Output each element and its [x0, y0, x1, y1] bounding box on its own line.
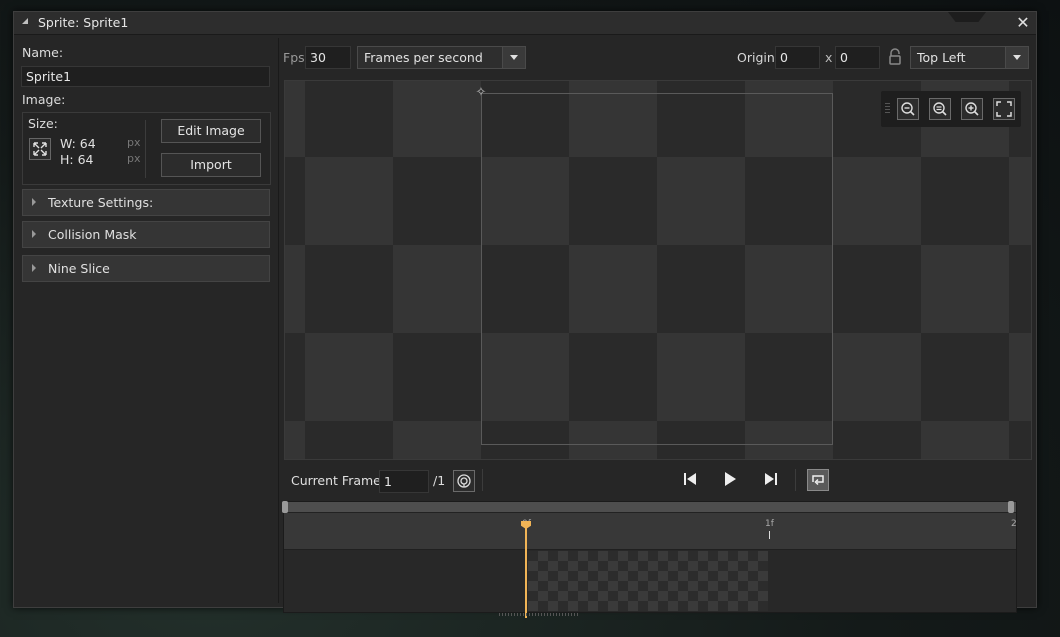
resize-icon[interactable] — [29, 138, 51, 160]
zoom-reset-icon[interactable] — [929, 98, 951, 120]
current-frame-label: Current Frame: — [291, 473, 386, 488]
total-frames: /1 — [433, 473, 446, 488]
sprite-bounds — [481, 93, 833, 445]
origin-preset-value: Top Left — [917, 50, 966, 65]
scroll-handle-left[interactable] — [282, 501, 288, 513]
tick-mark — [769, 531, 770, 539]
section-texture-settings[interactable]: Texture Settings: — [22, 189, 270, 216]
width-unit: px — [127, 136, 141, 149]
playhead[interactable] — [525, 522, 527, 618]
fps-mode-dropdown[interactable]: Frames per second — [357, 46, 526, 69]
origin-x-input[interactable]: 0 — [775, 46, 820, 69]
height-unit: px — [127, 152, 141, 165]
frame-thumbnail[interactable] — [528, 551, 768, 611]
import-button[interactable]: Import — [161, 153, 261, 177]
section-label: Collision Mask — [48, 227, 137, 242]
name-input[interactable]: Sprite1 — [21, 66, 270, 87]
sprite-editor-window: Sprite: Sprite1 ✕ Name: Sprite1 Image: S… — [13, 11, 1037, 618]
edit-image-button[interactable]: Edit Image — [161, 119, 261, 143]
expand-arrow-icon — [32, 230, 36, 238]
timeline-ruler[interactable]: 0f 1f 2 — [284, 513, 1017, 550]
fps-input[interactable]: 30 — [305, 46, 351, 69]
sprite-canvas[interactable]: ✧ — [284, 80, 1032, 460]
fps-mode-value: Frames per second — [364, 50, 483, 65]
first-frame-icon[interactable] — [680, 469, 700, 489]
current-frame-input[interactable]: 1 — [379, 470, 429, 493]
section-label: Texture Settings: — [48, 195, 154, 210]
loop-icon[interactable] — [807, 469, 829, 491]
chevron-down-icon[interactable] — [1005, 47, 1028, 68]
section-nine-slice[interactable]: Nine Slice — [22, 255, 270, 282]
name-label: Name: — [22, 45, 64, 60]
resize-grip-icon[interactable] — [499, 613, 579, 616]
origin-label: Origin — [737, 50, 775, 65]
play-icon[interactable] — [720, 469, 740, 489]
zoom-out-icon[interactable] — [897, 98, 919, 120]
drag-handle-icon[interactable] — [885, 103, 890, 115]
section-collision-mask[interactable]: Collision Mask — [22, 221, 270, 248]
editor-panel: Fps 30 Frames per second Origin 0 x 0 To… — [278, 38, 1032, 618]
chevron-down-icon[interactable] — [502, 47, 525, 68]
scroll-handle-right[interactable] — [1008, 501, 1014, 513]
divider — [145, 120, 146, 178]
title-bar[interactable]: Sprite: Sprite1 ✕ — [14, 12, 1036, 35]
origin-preset-dropdown[interactable]: Top Left — [910, 46, 1029, 69]
divider — [482, 469, 483, 491]
timeline[interactable]: 0f 1f 2 — [282, 501, 1017, 618]
frame-controls: Current Frame: 1 /1 — [279, 463, 1031, 495]
width-value: W: 64 — [60, 136, 96, 151]
height-value: H: 64 — [60, 152, 94, 167]
fit-to-screen-icon[interactable] — [993, 98, 1015, 120]
window-title: Sprite: Sprite1 — [38, 15, 129, 30]
lock-icon[interactable] — [887, 48, 903, 66]
tick-label: 2 — [1011, 519, 1017, 529]
expand-arrow-icon — [32, 198, 36, 206]
divider — [795, 469, 796, 491]
timeline-scrollbar[interactable] — [282, 501, 1016, 513]
image-box: Size: W: 64 H: 64 px px Edit Image Impor… — [22, 112, 271, 185]
last-frame-icon[interactable] — [761, 469, 781, 489]
title-notch — [948, 12, 986, 22]
section-label: Nine Slice — [48, 261, 110, 276]
expand-arrow-icon — [32, 264, 36, 272]
origin-crosshair-icon[interactable]: ✧ — [474, 86, 488, 100]
zoom-toolbar — [881, 91, 1021, 127]
image-label: Image: — [22, 92, 66, 107]
origin-y-input[interactable]: 0 — [835, 46, 880, 69]
zoom-in-icon[interactable] — [961, 98, 983, 120]
origin-separator: x — [825, 50, 833, 65]
tick-label: 1f — [765, 519, 774, 529]
close-button[interactable]: ✕ — [1014, 14, 1032, 32]
collapse-triangle-icon[interactable] — [22, 18, 28, 24]
toolbar: Fps 30 Frames per second Origin 0 x 0 To… — [279, 38, 1031, 74]
frame-track[interactable] — [284, 550, 1016, 612]
size-label: Size: — [28, 116, 58, 131]
fps-label: Fps — [283, 50, 305, 65]
onion-skin-icon[interactable] — [453, 470, 475, 492]
